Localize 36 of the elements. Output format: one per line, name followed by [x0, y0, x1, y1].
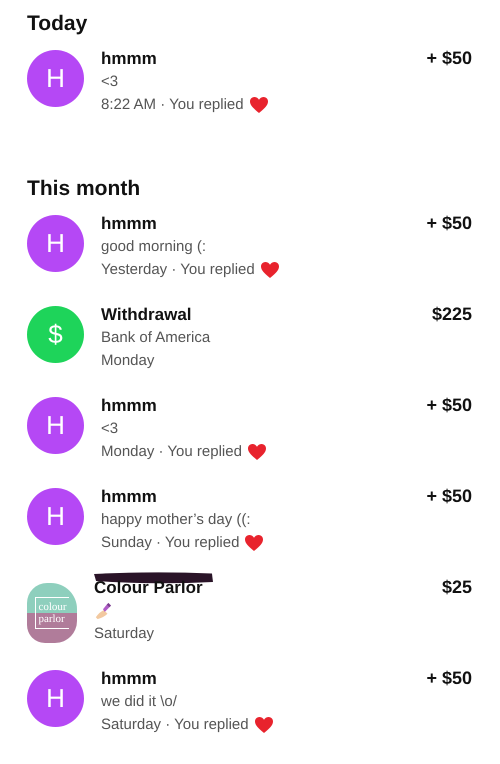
avatar: H	[27, 670, 84, 727]
memo: we did it \o/	[101, 692, 178, 712]
memo: good morning (:	[101, 237, 208, 257]
date-label: Saturday	[94, 624, 154, 644]
avatar: H	[27, 215, 84, 272]
contact-name: Withdrawal	[101, 304, 192, 324]
avatar: H	[27, 397, 84, 454]
avatar: $	[27, 306, 84, 363]
date-label: 8:22 AM · You replied	[101, 95, 244, 115]
contact-name: hmmm	[101, 668, 157, 688]
contact-name: hmmm	[101, 48, 157, 68]
contact-name: hmmm	[101, 396, 157, 414]
date-label: Sunday · You replied	[101, 533, 240, 553]
memo: <3	[101, 419, 120, 439]
amount: $225	[432, 304, 472, 325]
merchant-logo: colour parlor	[27, 583, 77, 643]
amount: + $50	[426, 395, 472, 416]
date-label: Yesterday · You replied	[101, 260, 255, 280]
amount: $25	[442, 577, 472, 598]
amount: + $50	[426, 668, 472, 689]
memo: Bank of America	[101, 328, 212, 348]
contact-name: hmmm	[101, 214, 157, 232]
date-label: Monday · You replied	[101, 442, 242, 462]
date-label: Monday	[101, 351, 154, 371]
amount: + $50	[426, 48, 472, 69]
memo: <3	[101, 72, 120, 92]
avatar: H	[27, 50, 84, 107]
section-heading: Today	[27, 12, 88, 36]
amount: + $50	[426, 213, 472, 234]
contact-name: Colour Parlor	[94, 578, 203, 596]
amount: + $50	[426, 486, 472, 507]
date-label: Saturday · You replied	[101, 715, 249, 735]
avatar: H	[27, 488, 84, 545]
section-heading: This month	[27, 177, 142, 201]
contact-name: hmmm	[101, 486, 157, 506]
memo: happy mother’s day ((:	[101, 510, 252, 530]
